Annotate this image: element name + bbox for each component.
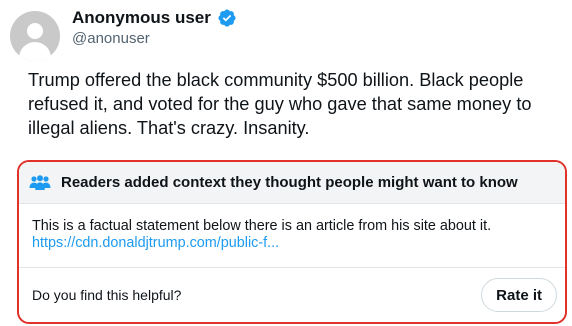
community-note-card: Readers added context they thought peopl… — [17, 160, 567, 324]
community-note-title: Readers added context they thought peopl… — [61, 174, 518, 191]
tweet-text: Trump offered the black community $500 b… — [28, 70, 532, 138]
community-note-header: Readers added context they thought peopl… — [19, 162, 565, 204]
avatar[interactable] — [10, 11, 60, 61]
rate-it-button[interactable]: Rate it — [481, 278, 557, 312]
user-handle[interactable]: @anonuser — [72, 30, 150, 47]
helpful-question: Do you find this helpful? — [32, 287, 182, 303]
readers-icon — [29, 174, 51, 191]
verified-badge-icon — [217, 8, 237, 28]
community-note-text: This is a factual statement below there … — [32, 218, 492, 234]
avatar-head — [27, 23, 43, 39]
community-note-body: This is a factual statement below there … — [19, 204, 565, 268]
community-note-link[interactable]: https://cdn.donaldjtrump.com/public-f... — [32, 235, 565, 252]
community-note-footer: Do you find this helpful? Rate it — [19, 268, 565, 322]
avatar-shoulders — [19, 42, 51, 61]
name-row: Anonymous user — [72, 8, 237, 28]
display-name[interactable]: Anonymous user — [72, 8, 211, 28]
tweet: Anonymous user @anonuser Trump offered t… — [0, 0, 572, 326]
